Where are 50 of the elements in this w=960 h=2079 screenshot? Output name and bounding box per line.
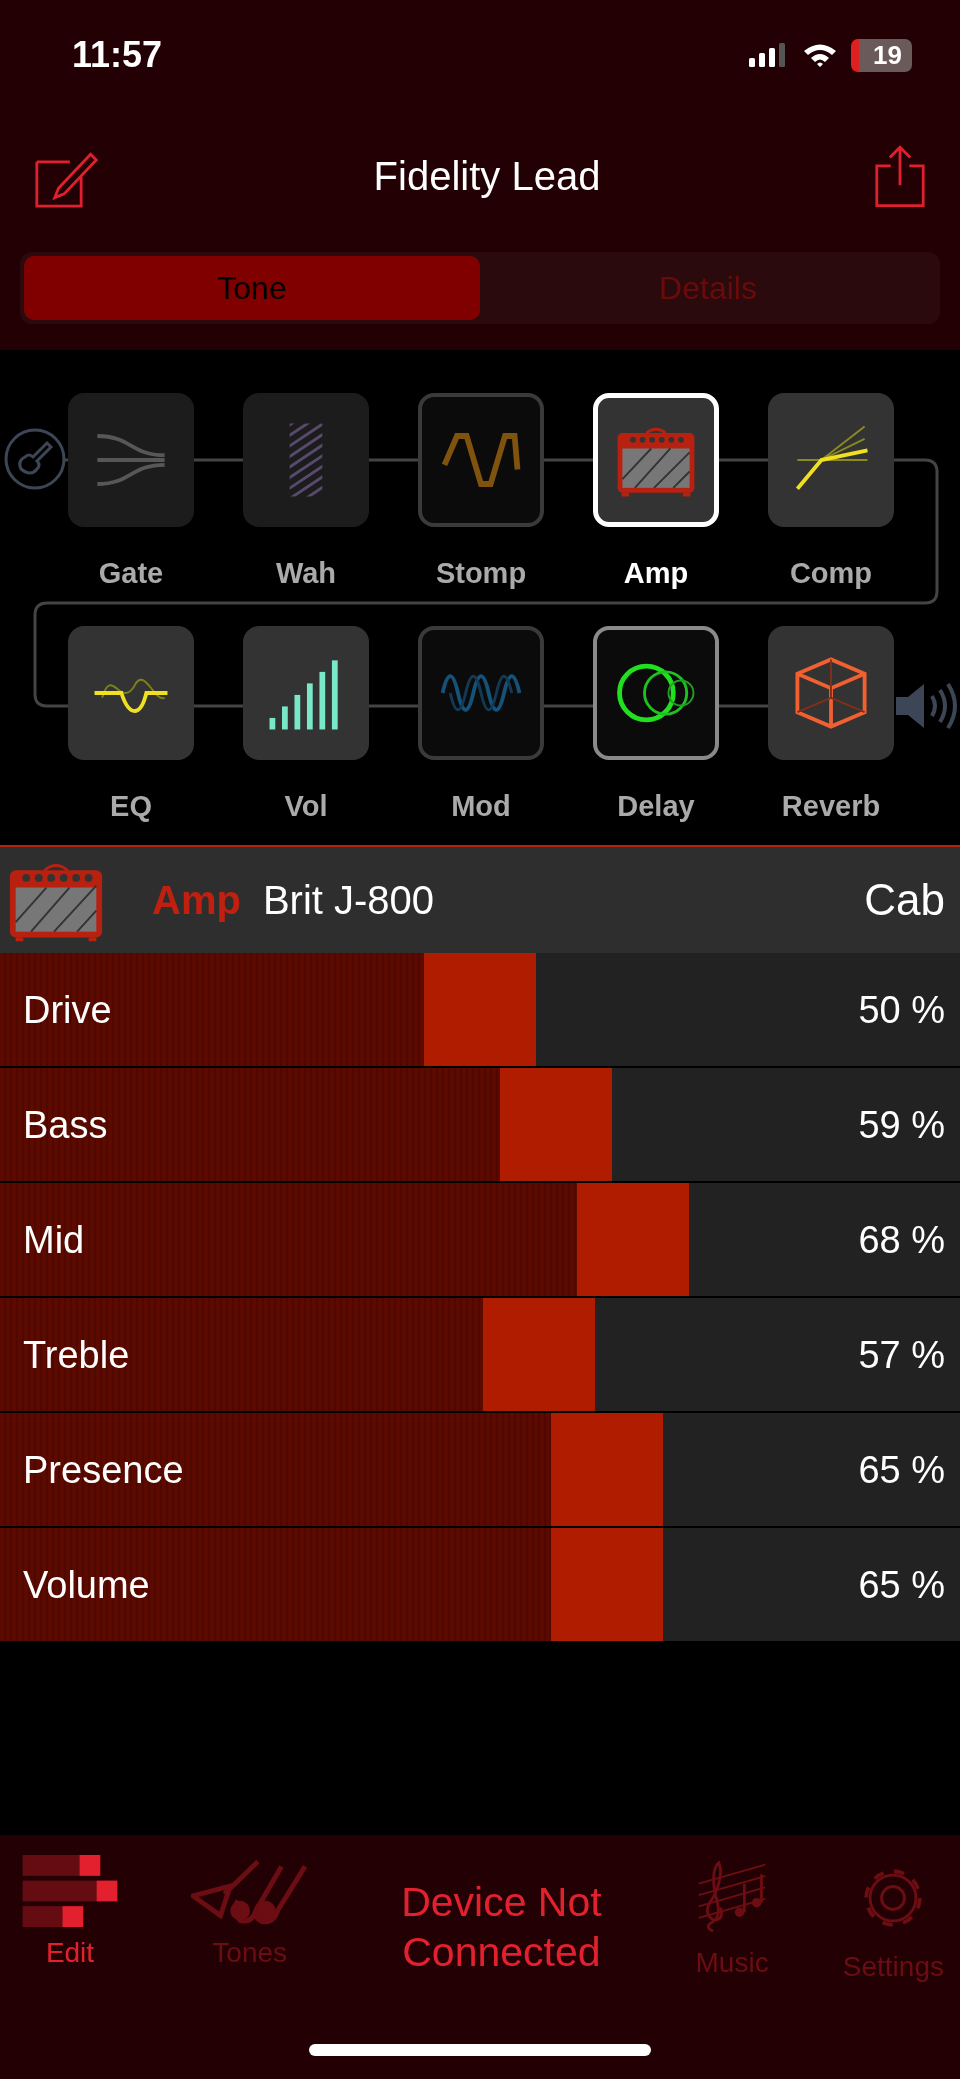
preset-title: Fidelity Lead [373, 153, 601, 199]
parameter-value: 59 % [858, 1103, 945, 1146]
parameter-label: Bass [23, 1103, 108, 1146]
effect-label: Stomp [435, 557, 527, 590]
speaker-icon [894, 681, 958, 731]
effect-label: EQ [110, 790, 152, 823]
slider-thumb[interactable] [500, 1068, 613, 1181]
share-button[interactable] [874, 143, 926, 209]
parameter-slider[interactable]: Bass 59 % [0, 1068, 960, 1183]
slider-thumb[interactable] [551, 1413, 664, 1526]
parameter-value: 57 % [858, 1333, 945, 1376]
parameter-value: 68 % [858, 1218, 945, 1261]
wifi-icon [803, 43, 838, 67]
effect-label: Comp [789, 557, 873, 590]
parameter-slider[interactable]: Presence 65 % [0, 1413, 960, 1528]
model-category: Amp [152, 877, 241, 923]
parameter-label: Treble [23, 1333, 130, 1376]
tab-item[interactable]: Edit [22, 1855, 118, 1969]
parameter-value: 65 % [858, 1563, 945, 1606]
parameter-slider[interactable]: Volume 65 % [0, 1528, 960, 1643]
status-time: 11:57 [72, 34, 163, 76]
parameter-slider[interactable]: Treble 57 % [0, 1298, 960, 1413]
cab-button[interactable]: Cab [864, 875, 945, 925]
parameter-value: 50 % [858, 988, 945, 1031]
effect-label: Delay [617, 790, 695, 823]
slider-thumb[interactable] [483, 1298, 596, 1411]
slider-thumb[interactable] [576, 1183, 689, 1296]
effect-label: Reverb [781, 790, 881, 823]
parameter-slider[interactable]: Drive 50 % [0, 953, 960, 1068]
effect-label: Wah [275, 557, 337, 590]
parameter-label: Drive [23, 988, 112, 1031]
parameter-value: 65 % [858, 1448, 945, 1491]
slider-thumb[interactable] [424, 953, 536, 1066]
effect-label: Gate [98, 557, 164, 590]
slider-thumb[interactable] [551, 1528, 664, 1641]
effect-label: Mod [451, 790, 511, 823]
parameter-slider[interactable]: Mid 68 % [0, 1183, 960, 1298]
connection-status: Device Not Connected [400, 1878, 603, 1977]
effect-block[interactable] [243, 626, 369, 760]
effect-label: Amp [623, 557, 689, 590]
effect-block[interactable] [593, 626, 719, 760]
effect-label: Vol [284, 790, 328, 823]
parameter-label: Volume [23, 1563, 150, 1606]
model-name: Brit J-800 [262, 877, 435, 923]
parameter-label: Presence [23, 1448, 184, 1491]
parameter-label: Mid [23, 1218, 85, 1261]
level-bars-icon [22, 1855, 118, 1927]
battery-indicator: 19 [851, 38, 912, 72]
effect-block[interactable] [68, 626, 194, 760]
guitar-icon [3, 427, 67, 491]
